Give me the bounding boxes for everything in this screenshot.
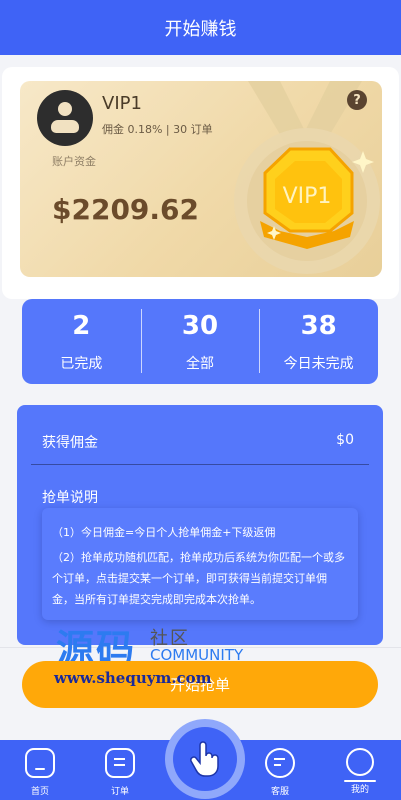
commission-value: $0 bbox=[336, 432, 354, 448]
account-balance: $2209.62 bbox=[52, 193, 200, 226]
page-title: 开始赚钱 bbox=[164, 18, 237, 40]
tab-profile[interactable]: 我的 bbox=[325, 740, 395, 800]
commission-label: 获得佣金 bbox=[42, 435, 98, 451]
stat-label: 已完成 bbox=[60, 355, 103, 372]
stat-label: 今日未完成 bbox=[283, 355, 354, 372]
tab-grab-center-button[interactable] bbox=[165, 719, 245, 799]
rule-item: （2）抢单成功随机匹配，抢单成功后系统为你匹配一个或多个订单，点击提交某一个订单… bbox=[52, 551, 345, 606]
rule-item: （1）今日佣金=今日个人抢单佣金+下级返佣 bbox=[52, 526, 276, 539]
order-stats: 2 已完成 30 全部 38 今日未完成 bbox=[22, 299, 378, 384]
stat-value: 2 bbox=[72, 310, 91, 341]
top-bar: 开始赚钱 bbox=[0, 0, 401, 55]
tab-label: 我的 bbox=[350, 785, 369, 795]
watermark-url: www.shequym.com bbox=[54, 669, 212, 687]
tab-orders[interactable]: 订单 bbox=[85, 740, 155, 800]
commission-panel: 获得佣金 $0 抢单说明 （1）今日佣金=今日个人抢单佣金+下级返佣 （2）抢单… bbox=[17, 405, 383, 645]
stat-label: 全部 bbox=[186, 355, 214, 372]
avatar bbox=[37, 90, 93, 146]
chat-icon bbox=[265, 748, 295, 778]
tab-label: 订单 bbox=[110, 787, 129, 797]
tab-label: 首页 bbox=[30, 787, 49, 797]
vip-level-name: VIP1 bbox=[102, 93, 142, 114]
order-icon bbox=[105, 748, 135, 778]
help-icon[interactable]: ? bbox=[347, 90, 367, 110]
stat-value: 38 bbox=[300, 310, 337, 341]
divider bbox=[31, 464, 369, 465]
tab-label: 客服 bbox=[270, 787, 289, 797]
vip-medal-text: VIP1 bbox=[283, 184, 332, 209]
vip-card-container: VIP1 佣金 0.18% | 30 订单 账户资金 $2209.62 VIP1… bbox=[2, 67, 399, 299]
stat-total: 30 全部 bbox=[140, 299, 260, 384]
rules-box: （1）今日佣金=今日个人抢单佣金+下级返佣 （2）抢单成功随机匹配，抢单成功后系… bbox=[42, 508, 358, 620]
stat-uncompleted-today: 38 今日未完成 bbox=[259, 299, 378, 384]
rules-title: 抢单说明 bbox=[42, 490, 98, 506]
tab-service[interactable]: 客服 bbox=[245, 740, 315, 800]
commission-row: 获得佣金 $0 bbox=[42, 432, 354, 452]
vip-level-detail: 佣金 0.18% | 30 订单 bbox=[102, 123, 213, 136]
stat-completed: 2 已完成 bbox=[22, 299, 141, 384]
stat-value: 30 bbox=[181, 310, 219, 341]
vip-card: VIP1 佣金 0.18% | 30 订单 账户资金 $2209.62 VIP1… bbox=[20, 81, 382, 277]
profile-icon bbox=[344, 748, 376, 782]
vip-medal-icon: VIP1 bbox=[234, 81, 380, 274]
tab-home[interactable]: 首页 bbox=[5, 740, 75, 800]
tap-hand-icon bbox=[190, 741, 219, 777]
home-icon bbox=[25, 748, 55, 778]
account-label: 账户资金 bbox=[52, 155, 96, 168]
